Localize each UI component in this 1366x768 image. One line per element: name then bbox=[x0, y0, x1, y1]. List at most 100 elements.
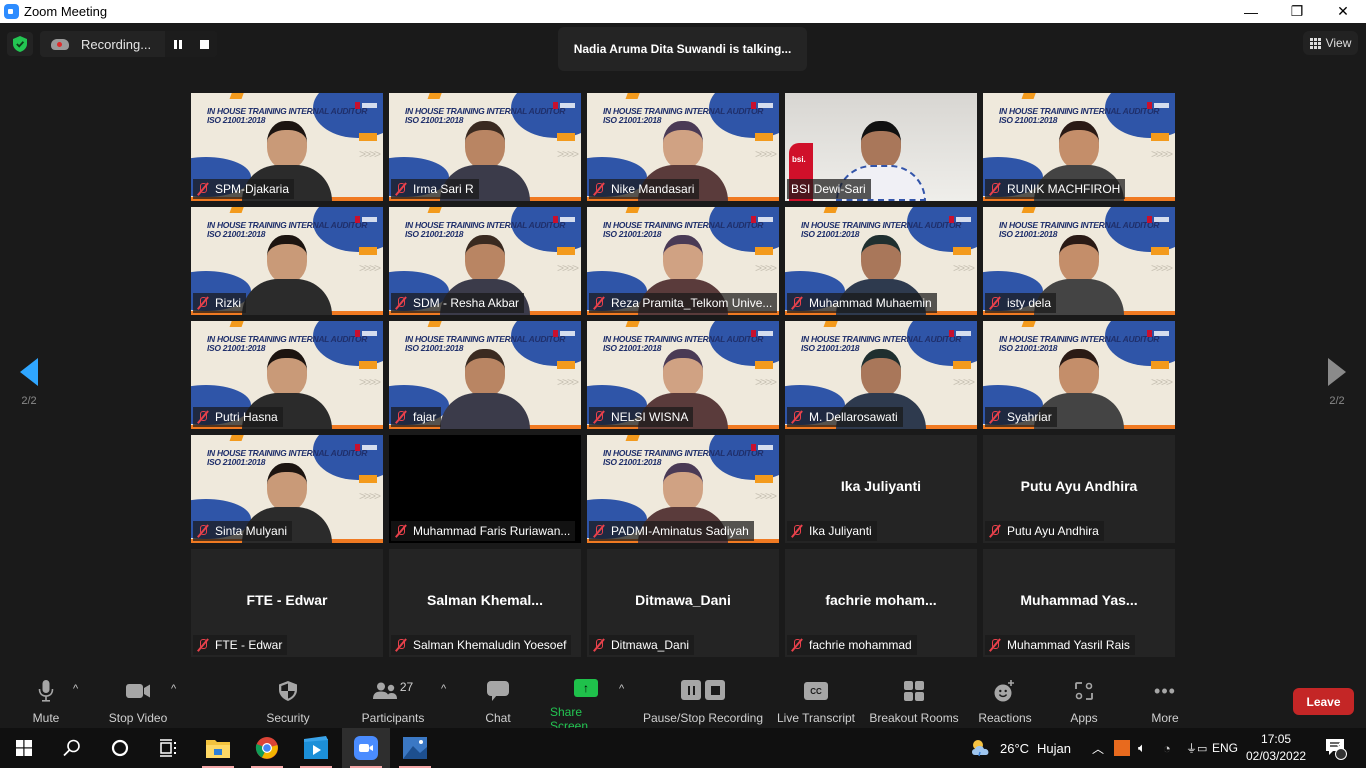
participant-tile[interactable]: >>>> IN HOUSE TRAINING INTERNAL AUDITOR IS… bbox=[191, 93, 383, 201]
pause-stop-recording-button[interactable]: Pause/Stop Recording bbox=[642, 679, 764, 725]
cortana-button[interactable] bbox=[96, 728, 144, 768]
participant-tile[interactable]: FTE - Edwar FTE - Edwar bbox=[191, 549, 383, 657]
network-button[interactable]: ◔ bbox=[1163, 728, 1171, 768]
participant-tile[interactable]: Ika Juliyanti Ika Juliyanti bbox=[785, 435, 977, 543]
participant-tile[interactable]: Putu Ayu Andhira Putu Ayu Andhira bbox=[983, 435, 1175, 543]
system-clock[interactable]: 17:05 02/03/2022 bbox=[1246, 731, 1306, 765]
apps-icon bbox=[1075, 682, 1093, 700]
participant-tile[interactable]: bsi. BSI Dewi-Sari bbox=[785, 93, 977, 201]
participant-tile[interactable]: >>>> IN HOUSE TRAINING INTERNAL AUDITOR IS… bbox=[587, 321, 779, 429]
participant-tile[interactable]: >>>> IN HOUSE TRAINING INTERNAL AUDITOR IS… bbox=[785, 207, 977, 315]
more-dots-icon: ••• bbox=[1154, 681, 1176, 701]
participant-tile[interactable]: >>>> IN HOUSE TRAINING INTERNAL AUDITOR IS… bbox=[785, 321, 977, 429]
participant-tile[interactable]: >>>> IN HOUSE TRAINING INTERNAL AUDITOR IS… bbox=[983, 207, 1175, 315]
minimize-button[interactable]: — bbox=[1228, 0, 1274, 23]
muted-microphone-icon bbox=[197, 410, 209, 424]
participant-name-tag: M. Dellarosawati bbox=[787, 407, 903, 427]
participant-tile[interactable]: >>>> IN HOUSE TRAINING INTERNAL AUDITOR IS… bbox=[587, 207, 779, 315]
taskbar-file-explorer[interactable] bbox=[194, 728, 242, 768]
participant-tile[interactable]: >>>> IN HOUSE TRAINING INTERNAL AUDITOR IS… bbox=[983, 321, 1175, 429]
participant-name: Irma Sari R bbox=[413, 182, 474, 196]
search-button[interactable] bbox=[48, 728, 96, 768]
participant-name: Ika Juliyanti bbox=[809, 524, 872, 538]
participant-tile[interactable]: fachrie moham... fachrie mohammad bbox=[785, 549, 977, 657]
show-hidden-icons-button[interactable]: ︿ bbox=[1092, 728, 1104, 768]
restore-button[interactable]: ❐ bbox=[1274, 0, 1320, 23]
participant-tile[interactable]: >>>> IN HOUSE TRAINING INTERNAL AUDITOR IS… bbox=[389, 93, 581, 201]
participant-tile[interactable]: >>>> IN HOUSE TRAINING INTERNAL AUDITOR IS… bbox=[587, 435, 779, 543]
previous-page-button[interactable]: 2/2 bbox=[9, 358, 49, 407]
participant-tile[interactable]: >>>> IN HOUSE TRAINING INTERNAL AUDITOR IS… bbox=[389, 321, 581, 429]
start-button[interactable] bbox=[0, 728, 48, 768]
taskbar-photos[interactable] bbox=[391, 728, 439, 768]
pause-recording-icon bbox=[681, 680, 701, 700]
weather-rain-cloud-icon bbox=[972, 740, 989, 757]
chat-button[interactable]: Chat bbox=[482, 679, 514, 725]
participant-tile[interactable]: >>>> IN HOUSE TRAINING INTERNAL AUDITOR IS… bbox=[587, 93, 779, 201]
participant-figure bbox=[440, 349, 530, 429]
clock-time: 17:05 bbox=[1261, 732, 1292, 746]
participant-name: Ditmawa_Dani bbox=[611, 638, 690, 652]
pause-recording-button[interactable] bbox=[165, 31, 191, 57]
participant-tile[interactable]: Muhammad Faris Ruriawan... bbox=[389, 435, 581, 543]
video-options-caret[interactable]: ^ bbox=[171, 683, 176, 695]
participant-tile[interactable]: >>>> IN HOUSE TRAINING INTERNAL AUDITOR IS… bbox=[191, 435, 383, 543]
search-icon bbox=[63, 739, 80, 757]
encryption-shield-icon[interactable] bbox=[7, 32, 33, 56]
muted-microphone-icon bbox=[395, 296, 407, 310]
participant-name-tag: Rizki bbox=[193, 293, 246, 313]
more-button[interactable]: ••• More bbox=[1146, 679, 1184, 725]
participant-tile[interactable]: Ditmawa_Dani Ditmawa_Dani bbox=[587, 549, 779, 657]
participants-options-caret[interactable]: ^ bbox=[441, 683, 446, 695]
live-transcript-button[interactable]: CC Live Transcript bbox=[776, 679, 856, 725]
bsi-logo-text: bsi. bbox=[792, 155, 806, 164]
action-center-button[interactable]: 3 bbox=[1324, 728, 1348, 768]
stop-recording-button[interactable] bbox=[191, 31, 217, 57]
participant-name-tag: fachrie mohammad bbox=[787, 635, 917, 655]
active-speaker-banner: Nadia Aruma Dita Suwandi is talking... bbox=[558, 27, 807, 71]
breakout-rooms-button[interactable]: Breakout Rooms bbox=[868, 679, 960, 725]
participant-tile[interactable]: >>>> IN HOUSE TRAINING INTERNAL AUDITOR IS… bbox=[191, 207, 383, 315]
audio-options-caret[interactable]: ^ bbox=[73, 683, 78, 695]
view-button[interactable]: View bbox=[1303, 31, 1358, 55]
participant-tile[interactable]: Salman Khemal... Salman Khemaludin Yoesoe… bbox=[389, 549, 581, 657]
slide-decoration bbox=[557, 247, 575, 255]
recording-label: Recording... bbox=[81, 36, 152, 52]
slide-chevrons: >>>> bbox=[556, 261, 579, 275]
participant-tile[interactable]: >>>> IN HOUSE TRAINING INTERNAL AUDITOR IS… bbox=[983, 93, 1175, 201]
weather-widget[interactable]: 26°C Hujan bbox=[970, 728, 1071, 768]
folder-icon bbox=[206, 740, 230, 758]
windows-taskbar: 26°C Hujan ︿ 🔈︎ ◔ ⏚▭ ENG 17:05 02/03/202… bbox=[0, 728, 1366, 768]
volume-button[interactable]: 🔈︎ bbox=[1138, 728, 1146, 768]
participant-name: BSI Dewi-Sari bbox=[791, 182, 866, 196]
leave-button[interactable]: Leave bbox=[1293, 688, 1354, 715]
participants-button[interactable]: 27 Participants bbox=[360, 679, 426, 725]
taskbar-chrome[interactable] bbox=[243, 728, 291, 768]
apps-button[interactable]: Apps bbox=[1066, 679, 1102, 725]
share-options-caret[interactable]: ^ bbox=[619, 683, 624, 695]
participant-tile[interactable]: >>>> IN HOUSE TRAINING INTERNAL AUDITOR IS… bbox=[389, 207, 581, 315]
taskbar-zoom[interactable] bbox=[342, 728, 390, 768]
muted-microphone-icon bbox=[197, 182, 209, 196]
participant-tile[interactable]: >>>> IN HOUSE TRAINING INTERNAL AUDITOR IS… bbox=[191, 321, 383, 429]
security-button[interactable]: Security bbox=[264, 679, 312, 725]
participant-display-name: Putu Ayu Andhira bbox=[1020, 478, 1138, 494]
share-screen-button[interactable]: ↑ Share Screen bbox=[550, 679, 622, 733]
battery-button[interactable]: ⏚▭ bbox=[1186, 728, 1207, 768]
participant-name: Nike Mandasari bbox=[611, 182, 695, 196]
telkom-university-logo bbox=[553, 329, 575, 337]
participant-tile[interactable]: Muhammad Yas... Muhammad Yasril Rais bbox=[983, 549, 1175, 657]
task-view-button[interactable] bbox=[144, 728, 192, 768]
language-indicator[interactable]: ENG bbox=[1212, 728, 1238, 768]
mute-button[interactable]: Mute bbox=[26, 679, 66, 725]
participant-name-tag: Sinta Mulyani bbox=[193, 521, 293, 541]
slide-decoration bbox=[625, 93, 641, 99]
reactions-button[interactable]: Reactions bbox=[978, 679, 1032, 725]
taskbar-video-editor[interactable] bbox=[292, 728, 340, 768]
stop-video-button[interactable]: Stop Video bbox=[104, 679, 172, 725]
close-button[interactable]: ✕ bbox=[1320, 0, 1366, 23]
page-indicator-right: 2/2 bbox=[1329, 395, 1345, 407]
cortana-circle-icon bbox=[111, 739, 129, 757]
tray-java-update[interactable] bbox=[1114, 728, 1130, 768]
next-page-button[interactable]: 2/2 bbox=[1317, 358, 1357, 407]
